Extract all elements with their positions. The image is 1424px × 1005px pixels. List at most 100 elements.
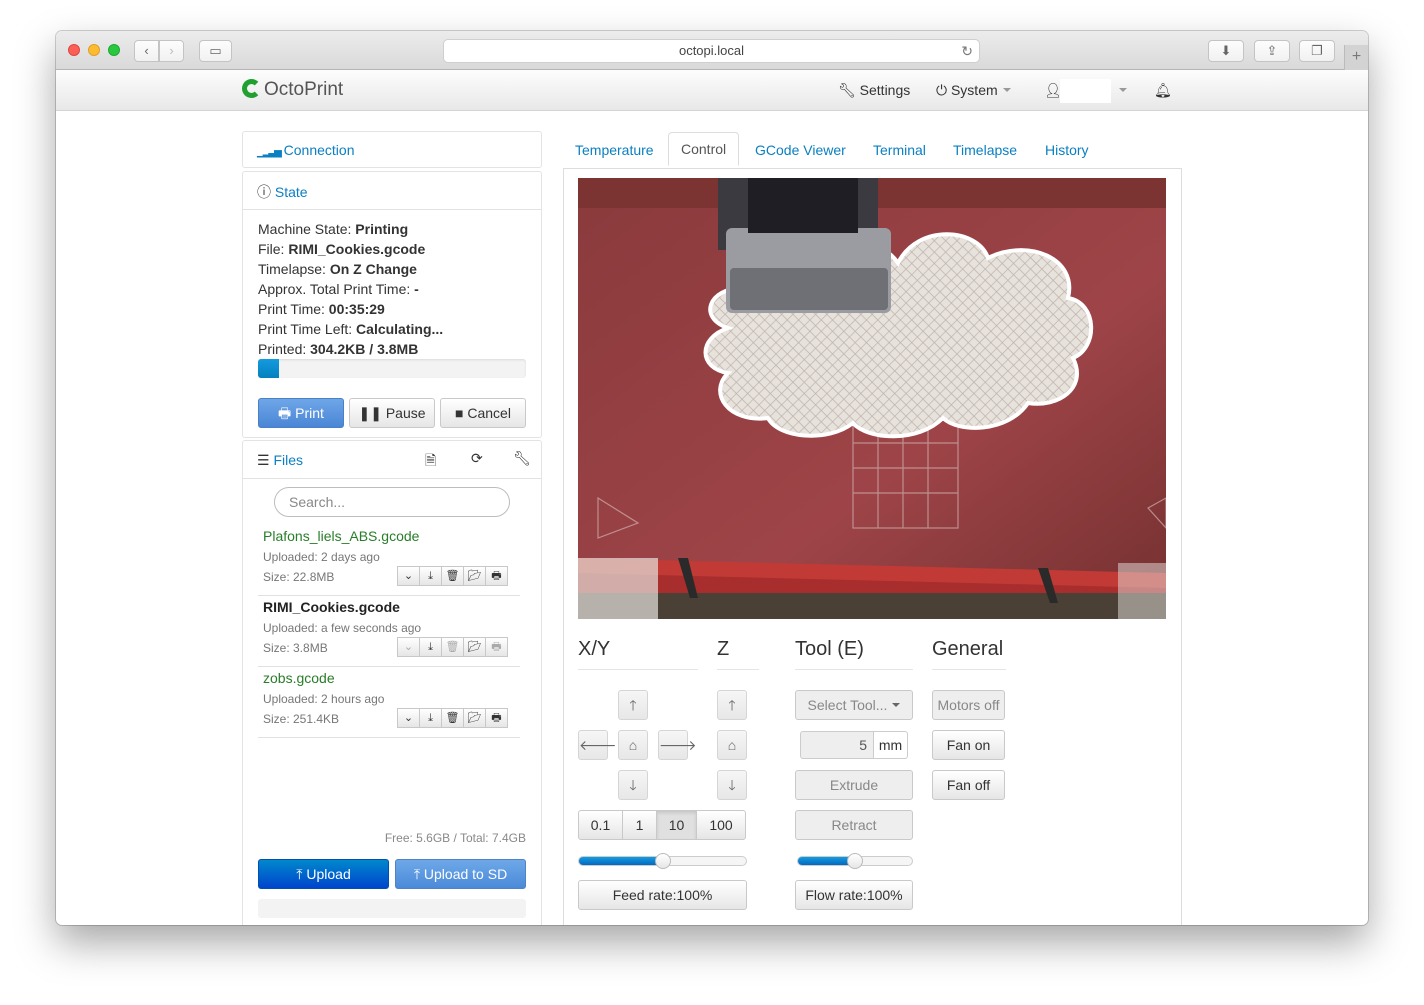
- jog-y-plus-button[interactable]: 🡑: [618, 690, 648, 720]
- trash-icon[interactable]: 🗑︎: [441, 637, 464, 657]
- pause-button[interactable]: ❚❚ Pause: [349, 398, 435, 428]
- info-icon: ⓘ: [257, 184, 271, 200]
- download-icon[interactable]: ⤓: [419, 566, 442, 586]
- jog-z-minus-button[interactable]: 🡓: [717, 770, 747, 800]
- minimize-window-button[interactable]: [88, 44, 100, 56]
- step-100-button[interactable]: 100: [696, 810, 746, 840]
- jog-y-minus-button[interactable]: 🡓: [618, 770, 648, 800]
- forward-icon[interactable]: ›: [159, 40, 184, 62]
- chevron-down-icon[interactable]: ⌄: [397, 637, 420, 657]
- xy-heading: X/Y: [578, 638, 611, 660]
- home-xy-button[interactable]: ⌂: [618, 730, 648, 760]
- progress-fill: [258, 359, 280, 378]
- fan-on-button[interactable]: Fan on: [932, 730, 1005, 760]
- tab-timelapse[interactable]: Timelapse: [953, 142, 1017, 158]
- cancel-button[interactable]: ■ Cancel: [440, 398, 526, 428]
- folder-open-icon[interactable]: 📂︎: [463, 637, 486, 657]
- new-file-icon[interactable]: 🗎︎: [425, 450, 436, 474]
- octoprint-logo-icon: [242, 79, 261, 98]
- extrude-amount-input[interactable]: 5: [800, 731, 874, 759]
- settings-menu[interactable]: 🔧︎ Settings: [838, 82, 910, 99]
- print-button[interactable]: 🖶︎ Print: [258, 398, 344, 428]
- share-icon[interactable]: ⇪: [1254, 40, 1290, 62]
- slider-handle[interactable]: [654, 853, 671, 869]
- step-10-button[interactable]: 10: [656, 810, 697, 840]
- print-file-icon[interactable]: 🖶︎: [485, 708, 508, 728]
- feed-rate-button[interactable]: Feed rate:100%: [578, 880, 747, 910]
- home-z-button[interactable]: ⌂: [717, 730, 747, 760]
- state-header[interactable]: ⓘ State: [257, 182, 308, 202]
- url-text: octopi.local: [678, 43, 745, 58]
- download-icon[interactable]: ⤓: [419, 708, 442, 728]
- webcam-image: [578, 178, 1166, 619]
- new-tab-icon[interactable]: +: [1344, 45, 1368, 70]
- files-header[interactable]: ☰ Files: [257, 452, 303, 469]
- back-icon[interactable]: ‹: [134, 40, 159, 62]
- connection-header[interactable]: ▁▂▃▅ Connection: [257, 142, 354, 158]
- jog-x-plus-button[interactable]: 🡒: [658, 730, 697, 760]
- upload-button[interactable]: ⤒ Upload: [258, 859, 389, 889]
- bell-icon[interactable]: 🔔︎: [1154, 82, 1172, 99]
- flow-rate-button[interactable]: Flow rate:100%: [795, 880, 913, 910]
- upload-sd-button[interactable]: ⤒ Upload to SD: [395, 859, 526, 889]
- print-file-icon[interactable]: 🖶︎: [485, 637, 508, 657]
- file-line: File: RIMI_Cookies.gcode: [258, 241, 426, 257]
- connection-panel: ▁▂▃▅ Connection: [242, 131, 542, 168]
- file-name[interactable]: zobs.gcode: [263, 670, 335, 686]
- step-0.1-button[interactable]: 0.1: [578, 810, 623, 840]
- pause-icon: ❚❚: [358, 405, 382, 421]
- feed-rate-slider[interactable]: [578, 853, 747, 869]
- file-row[interactable]: zobs.gcode Uploaded: 2 hours ago Size: 2…: [258, 667, 520, 738]
- tab-gcode-viewer[interactable]: GCode Viewer: [755, 142, 846, 158]
- tabs-overview-icon[interactable]: ❐: [1299, 40, 1335, 62]
- chevron-down-icon[interactable]: ⌄: [397, 708, 420, 728]
- tab-history[interactable]: History: [1045, 142, 1089, 158]
- system-menu[interactable]: ⏻ System: [936, 82, 1011, 99]
- jog-z-plus-button[interactable]: 🡑: [717, 690, 747, 720]
- chevron-down-icon[interactable]: ⌄: [397, 566, 420, 586]
- folder-open-icon[interactable]: 📂︎: [463, 566, 486, 586]
- file-name[interactable]: RIMI_Cookies.gcode: [263, 599, 400, 615]
- wrench-icon[interactable]: 🔧︎: [513, 450, 531, 467]
- file-name[interactable]: Plafons_liels_ABS.gcode: [263, 528, 419, 544]
- file-actions: ⌄ ⤓ 🗑︎ 📂︎ 🖶︎: [397, 708, 508, 728]
- file-row[interactable]: RIMI_Cookies.gcode Uploaded: a few secon…: [258, 596, 520, 667]
- user-menu-chevron-icon[interactable]: [1114, 82, 1127, 98]
- close-window-button[interactable]: [68, 44, 80, 56]
- print-file-icon[interactable]: 🖶︎: [485, 566, 508, 586]
- brand[interactable]: OctoPrint: [242, 79, 343, 101]
- download-icon[interactable]: ⤓: [419, 637, 442, 657]
- username-field[interactable]: [1060, 79, 1111, 103]
- extrude-button[interactable]: Extrude: [795, 770, 913, 800]
- select-tool-dropdown[interactable]: Select Tool...: [795, 690, 913, 720]
- file-actions: ⌄ ⤓ 🗑︎ 📂︎ 🖶︎: [397, 637, 508, 657]
- storage-info: Free: 5.6GB / Total: 7.4GB: [384, 831, 526, 845]
- tab-terminal[interactable]: Terminal: [873, 142, 926, 158]
- trash-icon[interactable]: 🗑︎: [441, 708, 464, 728]
- approx-time-line: Approx. Total Print Time: -: [258, 281, 419, 297]
- slider-handle[interactable]: [847, 853, 863, 869]
- file-search-input[interactable]: Search...: [274, 487, 510, 517]
- motors-off-button[interactable]: Motors off: [932, 690, 1005, 720]
- state-title: State: [274, 184, 308, 200]
- reload-icon[interactable]: ↻: [961, 40, 973, 62]
- downloads-icon[interactable]: ⬇: [1208, 40, 1244, 62]
- jog-x-minus-button[interactable]: 🡐: [578, 730, 617, 760]
- file-row[interactable]: Plafons_liels_ABS.gcode Uploaded: 2 days…: [258, 525, 520, 596]
- brand-name: OctoPrint: [264, 79, 344, 100]
- retract-button[interactable]: Retract: [795, 810, 913, 840]
- time-left-line: Print Time Left: Calculating...: [258, 321, 444, 337]
- tab-control[interactable]: Control: [668, 132, 740, 166]
- trash-icon[interactable]: 🗑︎: [441, 566, 464, 586]
- wrench-icon: 🔧︎: [838, 82, 856, 98]
- folder-open-icon[interactable]: 📂︎: [463, 708, 486, 728]
- step-1-button[interactable]: 1: [622, 810, 657, 840]
- zoom-window-button[interactable]: [108, 44, 120, 56]
- fan-off-button[interactable]: Fan off: [932, 770, 1005, 800]
- flow-rate-slider[interactable]: [797, 853, 913, 869]
- tab-temperature[interactable]: Temperature: [575, 142, 654, 158]
- general-heading: General: [932, 638, 1004, 660]
- address-bar[interactable]: octopi.local ↻: [443, 39, 980, 63]
- refresh-icon[interactable]: ⟳: [471, 450, 483, 467]
- sidebar-toggle-icon[interactable]: ▭: [199, 40, 232, 62]
